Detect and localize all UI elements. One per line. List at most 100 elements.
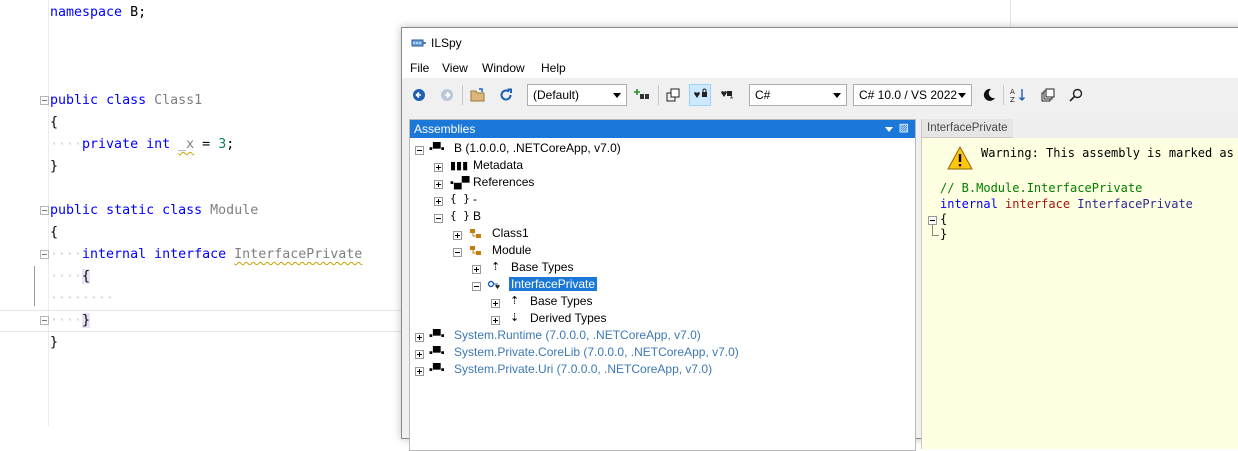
collapse-toggle[interactable] [453, 248, 462, 257]
code-close-brace: } [940, 227, 948, 241]
show-internal-button[interactable] [689, 84, 711, 106]
expand-toggle[interactable] [491, 299, 500, 308]
code-declaration: internal interface InterfacePrivate [940, 197, 1193, 211]
collapse-all-button[interactable] [662, 84, 684, 106]
tree-label: System.Runtime (7.0.0.0, .NETCoreApp, v7… [454, 328, 701, 342]
show-all-button[interactable]: * [717, 84, 739, 106]
title-bar[interactable]: ILSpy [402, 28, 1238, 58]
language-version-combo[interactable]: C# 10.0 / VS 2022 [853, 84, 972, 106]
back-button[interactable] [408, 84, 430, 106]
theme-button[interactable] [978, 84, 1000, 106]
manage-lists-button[interactable] [1037, 84, 1059, 106]
collapse-toggle[interactable] [434, 214, 443, 223]
tree-label: Base Types [530, 294, 593, 308]
expand-toggle[interactable] [434, 163, 443, 172]
panel-menu-chevron-icon[interactable] [885, 127, 893, 132]
assembly-icon: ▪▀▪ [429, 347, 445, 359]
lock-heart-icon [694, 88, 707, 98]
references-icon: ▪▄▀ [450, 177, 470, 189]
metadata-icon: ▮▮▮ [450, 160, 469, 172]
collapse-toggle[interactable] [415, 146, 424, 155]
code-fold-toggle[interactable] [928, 216, 937, 225]
search-icon [1069, 88, 1083, 102]
expand-toggle[interactable] [434, 180, 443, 189]
toolbar-separator [462, 85, 463, 105]
tree-label: System.Private.Uri (7.0.0.0, .NETCoreApp… [454, 362, 713, 376]
fold-interface-icon[interactable] [40, 250, 49, 259]
menu-file[interactable]: File [410, 61, 429, 75]
tree-node-module[interactable]: Module [410, 243, 910, 260]
tab-interfaceprivate[interactable]: InterfacePrivate [922, 119, 1013, 138]
tree-node-namespace-b[interactable]: { } B [410, 209, 910, 226]
reload-button[interactable] [495, 84, 517, 106]
tree-label: B [473, 209, 482, 223]
code-line-class1: public class Class1 [50, 93, 203, 108]
add-assembly-list-button[interactable] [631, 84, 653, 106]
fold-end-icon[interactable] [40, 316, 49, 325]
class-icon [470, 246, 481, 255]
tree-node-derived-types[interactable]: ⇣ Derived Types [410, 311, 910, 328]
expand-toggle[interactable] [434, 197, 443, 206]
base-types-icon: ⇡ [491, 261, 501, 273]
fold-class1-icon[interactable] [40, 96, 49, 105]
tree-label: Derived Types [530, 311, 607, 325]
menu-help[interactable]: Help [541, 61, 566, 75]
assembly-icon: ▪▀▪ [429, 364, 445, 376]
tree-node-interfaceprivate[interactable]: InterfacePrivate [410, 277, 910, 294]
ilspy-window[interactable]: ILSpy File View Window Help (Default) * … [401, 27, 1238, 451]
assemblies-title: Assemblies [414, 122, 476, 136]
sort-button[interactable]: AZ [1007, 84, 1029, 106]
expand-toggle[interactable] [472, 265, 481, 274]
tree-node-system-private-uri[interactable]: ▪▀▪ System.Private.Uri (7.0.0.0, .NETCor… [410, 362, 910, 379]
interface-icon [487, 280, 500, 289]
expand-toggle[interactable] [415, 333, 424, 342]
tree-label: Module [492, 243, 532, 257]
toolbar-separator [1003, 85, 1004, 105]
code-line-empty: ········ [50, 291, 115, 306]
tree-node-class1[interactable]: Class1 [410, 226, 910, 243]
window-title: ILSpy [431, 36, 462, 50]
expand-toggle[interactable] [415, 350, 424, 359]
language-combo[interactable]: C# [749, 84, 847, 106]
derived-types-icon: ⇣ [510, 312, 520, 324]
tree-node-system-runtime[interactable]: ▪▀▪ System.Runtime (7.0.0.0, .NETCoreApp… [410, 328, 910, 345]
svg-text:A: A [1010, 88, 1015, 96]
fold-module-icon[interactable] [40, 206, 49, 215]
tree-label: Base Types [511, 260, 574, 274]
tree-label: B (1.0.0.0, .NETCoreApp, v7.0) [454, 141, 621, 155]
warning-message: Warning: This assembly is marked as ' [981, 146, 1238, 160]
tree-node-system-private-corelib[interactable]: ▪▀▪ System.Private.CoreLib (7.0.0.0, .NE… [410, 345, 910, 362]
forward-button[interactable] [436, 84, 458, 106]
assemblies-panel[interactable]: Assemblies ▨ ▪▀▪ B (1.0.0.0, .NETCoreApp… [409, 119, 916, 451]
tree-label: References [473, 175, 535, 189]
assembly-list-combo[interactable]: (Default) [527, 84, 627, 106]
tree-node-references[interactable]: ▪▄▀ References [410, 175, 910, 192]
tree-label: Class1 [492, 226, 529, 240]
menu-window[interactable]: Window [482, 61, 525, 75]
class-icon [470, 229, 481, 238]
tree-node-base-types[interactable]: ⇡ Base Types [410, 260, 910, 277]
tree-node-base-types-2[interactable]: ⇡ Base Types [410, 294, 910, 311]
base-types-icon: ⇡ [510, 295, 520, 307]
tree-node-assembly-b[interactable]: ▪▀▪ B (1.0.0.0, .NETCoreApp, v7.0) [410, 141, 910, 158]
code-line-close2: } [50, 335, 59, 350]
namespace-icon: { } [450, 209, 470, 222]
open-button[interactable] [467, 84, 489, 106]
warning-icon [947, 146, 973, 170]
expand-toggle[interactable] [453, 231, 462, 240]
code-line-open2: { [50, 225, 59, 240]
tree-node-namespace-empty[interactable]: { } - [410, 192, 910, 209]
namespace-icon: { } [450, 192, 470, 205]
tree-node-metadata[interactable]: ▮▮▮ Metadata [410, 158, 910, 175]
menu-view[interactable]: View [442, 61, 468, 75]
code-line-close1: } [50, 159, 59, 174]
search-button[interactable] [1065, 84, 1087, 106]
expand-toggle[interactable] [491, 316, 500, 325]
pin-icon[interactable]: ▨ [899, 121, 909, 134]
decompiled-code-panel[interactable]: InterfacePrivate Warning: This assembly … [921, 119, 1238, 449]
collapse-toggle[interactable] [472, 282, 481, 291]
expand-toggle[interactable] [415, 367, 424, 376]
code-line-close3: ····} [50, 313, 91, 328]
moon-icon [983, 88, 995, 101]
windows-icon [1041, 88, 1055, 102]
